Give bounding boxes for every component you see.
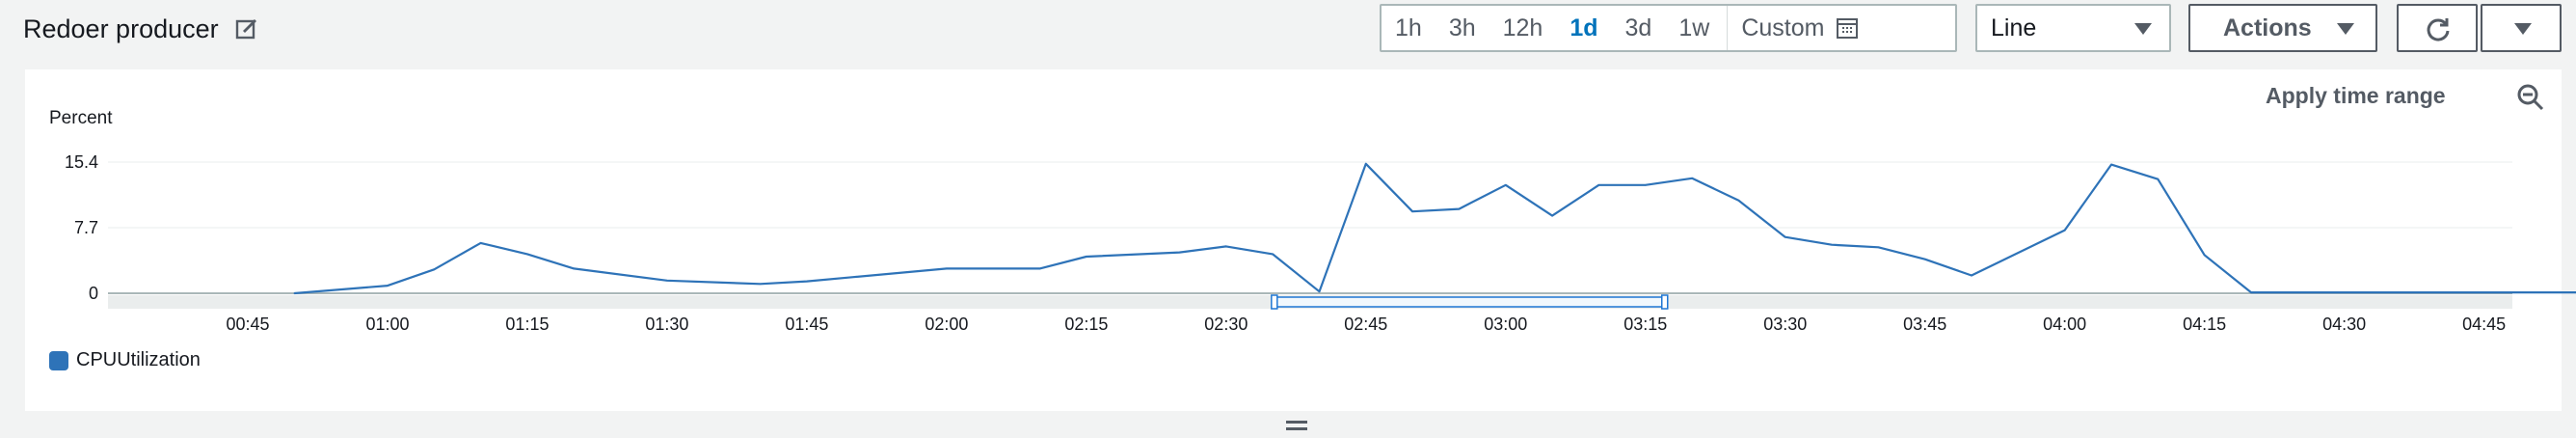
x-tick-label: 02:00 <box>925 315 968 334</box>
data-point <box>2110 163 2112 166</box>
legend-label: CPUUtilization <box>76 349 201 370</box>
x-tick-label: 00:45 <box>226 315 269 334</box>
brush-handle-right <box>1661 294 1669 310</box>
data-point <box>573 267 576 270</box>
data-point <box>1365 162 1367 165</box>
data-point <box>666 279 668 282</box>
data-point <box>806 280 808 283</box>
series-line-cpuutilization <box>294 162 2576 295</box>
x-tick-label: 01:45 <box>785 315 828 334</box>
data-point <box>1504 184 1507 186</box>
x-tick-label: 01:00 <box>365 315 409 334</box>
x-tick-label: 04:30 <box>2322 315 2366 334</box>
x-tick-label: 04:00 <box>2043 315 2086 334</box>
x-tick-label: 03:15 <box>1623 315 1667 334</box>
data-point <box>2250 291 2252 293</box>
data-point <box>293 292 296 294</box>
data-point <box>1272 253 1274 256</box>
x-tick-label: 02:30 <box>1204 315 1248 334</box>
data-point <box>1411 210 1413 213</box>
x-tick-label: 02:15 <box>1064 315 1108 334</box>
data-point <box>1784 235 1786 238</box>
legend-swatch <box>49 350 68 370</box>
data-point <box>1178 251 1181 254</box>
data-point <box>1737 199 1740 202</box>
data-point <box>1458 207 1461 210</box>
data-point <box>2063 229 2066 232</box>
data-point <box>1877 246 1880 249</box>
data-point <box>1597 184 1600 186</box>
data-point <box>2157 178 2160 180</box>
x-tick-label: 04:15 <box>2183 315 2226 334</box>
data-point <box>1831 243 1833 246</box>
x-tick-label: 04:45 <box>2462 315 2506 334</box>
y-tick-label: 0 <box>89 284 98 303</box>
data-point <box>946 267 948 270</box>
brush-handle-left <box>1271 294 1278 310</box>
data-point <box>1318 290 1321 293</box>
data-point <box>387 285 389 287</box>
chart-legend[interactable]: CPUUtilization <box>49 349 201 371</box>
data-point <box>1971 274 1972 277</box>
y-tick-label: 15.4 <box>65 152 98 172</box>
data-point <box>759 283 762 286</box>
data-point <box>1038 267 1041 270</box>
time-brush-selection <box>1274 296 1666 308</box>
drag-handle-line <box>1286 421 1307 424</box>
data-point <box>1551 214 1553 217</box>
cpu-line-chart: 0 7.7 15.4 00:45 01:00 01:15 01:30 01:45 02:00 02… <box>65 152 2576 334</box>
data-point <box>526 253 528 256</box>
data-point <box>1086 256 1087 258</box>
x-tick-label: 02:45 <box>1344 315 1387 334</box>
data-point <box>433 268 436 271</box>
data-point <box>1691 177 1693 179</box>
x-tick-label: 03:00 <box>1484 315 1527 334</box>
drag-handle-line <box>1286 427 1307 430</box>
x-tick-label: 01:15 <box>505 315 549 334</box>
x-tick-label: 03:45 <box>1903 315 1946 334</box>
x-tick-label: 01:30 <box>645 315 688 334</box>
data-point <box>1225 245 1227 248</box>
data-point <box>2203 254 2206 257</box>
y-tick-label: 7.7 <box>74 218 98 237</box>
data-point <box>479 242 482 244</box>
data-point <box>852 276 855 279</box>
data-point <box>1644 184 1647 186</box>
x-tick-label: 03:30 <box>1763 315 1807 334</box>
drag-handle-icon[interactable] <box>1286 421 1307 432</box>
data-point <box>1923 258 1926 260</box>
